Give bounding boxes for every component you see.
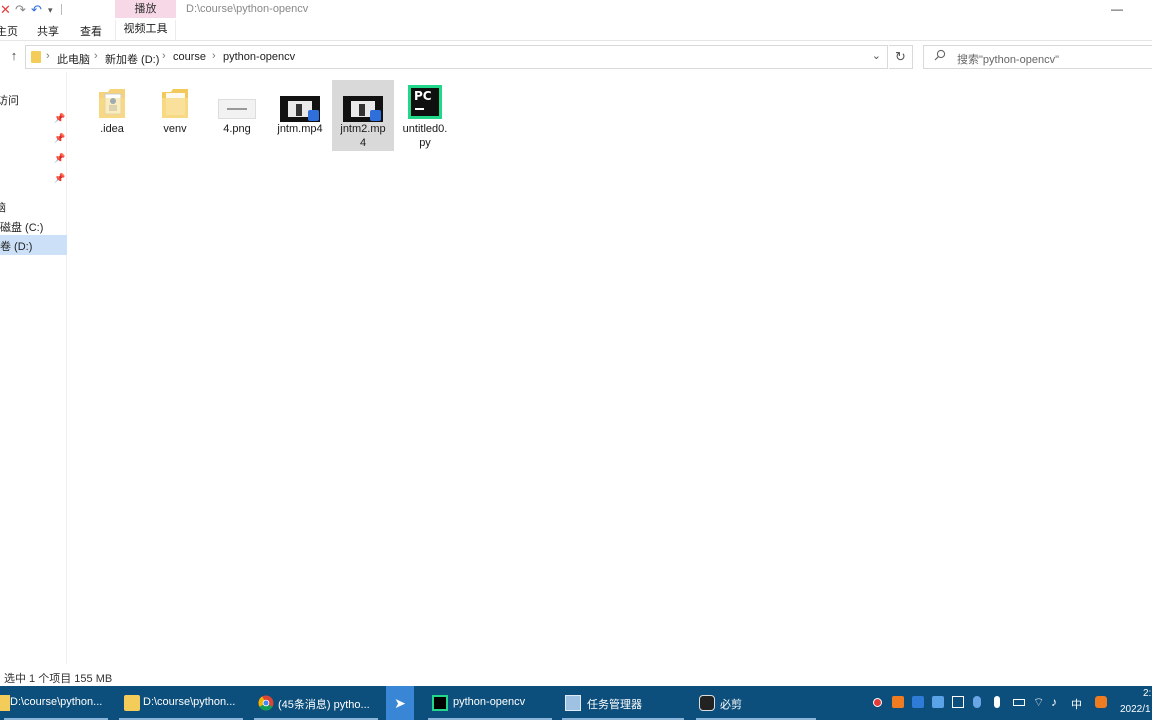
chrome-icon <box>258 695 274 711</box>
file-item-4png[interactable]: 4.png <box>207 80 267 150</box>
taskbar-item-pycharm[interactable]: python-opencv <box>424 686 556 720</box>
breadcrumb-separator: › <box>94 50 98 62</box>
tab-view[interactable]: 查看 <box>80 23 102 39</box>
breadcrumb-this-pc[interactable]: 此电脑 <box>57 51 90 67</box>
taskbar-label: D:\course\python... <box>10 696 103 708</box>
taskbar-item-explorer-2[interactable]: D:\course\python... <box>115 686 247 720</box>
taskbar: D:\course\python... D:\course\python... … <box>0 686 1152 720</box>
clock-time[interactable]: 2: <box>1143 688 1151 699</box>
clock-date[interactable]: 2022/1 <box>1120 704 1151 715</box>
refresh-button[interactable]: ↻ <box>889 45 913 69</box>
taskbar-label: 任务管理器 <box>587 699 642 711</box>
up-arrow-icon[interactable]: ↑ <box>6 48 22 66</box>
bijian-icon <box>699 695 715 711</box>
breadcrumb-separator: › <box>46 50 50 62</box>
nav-drive-c[interactable]: 磁盘 (C:) <box>0 219 43 235</box>
tab-home[interactable]: 主页 <box>0 23 18 39</box>
tab-video-tools[interactable]: 视频工具 <box>115 20 176 40</box>
file-item-untitled0-py[interactable]: PC untitled0. py <box>395 80 455 150</box>
pin-icon[interactable]: 📌 <box>54 153 65 164</box>
breadcrumb-separator: › <box>212 50 216 62</box>
app-tray-icon[interactable] <box>912 696 924 708</box>
context-tab-header: 播放 <box>115 0 176 18</box>
file-item-venv[interactable]: venv <box>145 80 205 150</box>
minimize-button[interactable]: — <box>1106 0 1128 20</box>
nav-drive-d-label: 卷 (D:) <box>0 241 33 253</box>
address-bar[interactable]: › 此电脑 › 新加卷 (D:) › course › python-openc… <box>25 45 888 69</box>
file-item-jntm-mp4[interactable]: jntm.mp4 <box>270 80 330 150</box>
quick-access-dropdown-icon[interactable]: ▾ <box>48 2 53 18</box>
taskbar-item-bird-app[interactable]: ➤ <box>386 686 414 720</box>
nav-this-pc[interactable]: 脑 <box>0 199 6 215</box>
nav-quick-access[interactable]: 访问 <box>0 92 19 108</box>
file-name: jntm.mp4 <box>277 123 323 135</box>
file-name: .idea <box>100 123 124 135</box>
bluetooth-icon[interactable] <box>973 696 981 708</box>
window-title: D:\course\python-opencv <box>186 3 309 15</box>
file-name: 4.png <box>223 123 251 135</box>
app-tray-icon[interactable] <box>932 696 944 708</box>
taskbar-item-task-manager[interactable]: 任务管理器 <box>558 686 688 720</box>
chevron-down-icon[interactable]: ⌄ <box>872 49 881 62</box>
file-name: untitled0. py <box>402 123 448 149</box>
pycharm-icon <box>432 695 448 711</box>
file-name: jntm2.mp 4 <box>340 123 386 149</box>
pin-icon[interactable]: 📌 <box>54 113 65 124</box>
taskbar-item-bijian[interactable]: 必剪 <box>692 686 820 720</box>
task-manager-icon <box>565 695 581 711</box>
taskbar-label: python-opencv <box>453 696 526 708</box>
folder-icon <box>0 695 10 711</box>
window-tray-icon[interactable] <box>952 696 964 708</box>
ime-indicator[interactable]: 中 <box>1071 696 1082 712</box>
sogou-ime-icon[interactable] <box>1095 696 1107 708</box>
folder-icon <box>99 89 125 118</box>
file-item-idea[interactable]: .idea <box>82 80 142 150</box>
breadcrumb-python-opencv[interactable]: python-opencv <box>223 51 295 63</box>
battery-icon[interactable] <box>1013 699 1025 706</box>
breadcrumb-separator: › <box>162 50 166 62</box>
bird-icon: ➤ <box>394 695 406 711</box>
taskbar-label: (45条消息) pytho... <box>278 699 370 711</box>
pin-icon[interactable]: 📌 <box>54 133 65 144</box>
play-badge-icon <box>308 110 319 121</box>
app-tray-icon[interactable] <box>892 696 904 708</box>
folder-icon <box>31 51 41 63</box>
play-badge-icon <box>370 110 381 121</box>
taskbar-label: D:\course\python... <box>143 696 236 708</box>
taskbar-item-explorer-1[interactable]: D:\course\python... <box>0 686 112 720</box>
folder-icon <box>162 89 188 118</box>
file-name: venv <box>163 123 187 135</box>
nav-drive-d-selected[interactable]: 卷 (D:) <box>0 235 67 255</box>
search-icon <box>934 49 946 61</box>
undo-icon[interactable]: ↶ <box>31 2 42 18</box>
image-thumbnail-icon <box>218 99 256 119</box>
close-icon[interactable]: ✕ <box>0 2 11 18</box>
microphone-icon[interactable] <box>994 696 1000 708</box>
search-placeholder: 搜索"python-opencv" <box>957 54 1059 66</box>
search-input[interactable]: 搜索"python-opencv" <box>923 45 1152 69</box>
address-row: ↑ › 此电脑 › 新加卷 (D:) › course › python-ope… <box>0 43 1152 71</box>
status-bar: 选中 1 个项目 155 MB <box>4 673 113 685</box>
folder-icon <box>124 695 140 711</box>
ribbon-tabs: 主页 共享 查看 视频工具 <box>0 20 1152 41</box>
volume-icon[interactable]: ♪ <box>1051 695 1057 709</box>
pycharm-icon: PC <box>408 85 442 119</box>
breadcrumb-course[interactable]: course <box>173 51 206 63</box>
navigation-pane: 访问 📌 📌 📌 📌 脑 磁盘 (C:) 卷 (D:) <box>0 72 67 664</box>
wifi-icon[interactable]: ⌔ <box>1033 695 1044 710</box>
tab-share[interactable]: 共享 <box>37 23 59 39</box>
file-item-jntm2-mp4-selected[interactable]: jntm2.mp 4 <box>332 80 394 151</box>
title-bar: ✕ ↷ ↶ ▾ 播放 D:\course\python-opencv — <box>0 0 1152 20</box>
divider <box>61 4 62 15</box>
pin-icon[interactable]: 📌 <box>54 173 65 184</box>
taskbar-label: 必剪 <box>720 699 742 711</box>
breadcrumb-drive-d[interactable]: 新加卷 (D:) <box>105 51 159 67</box>
record-icon[interactable] <box>873 698 882 707</box>
redo-icon[interactable]: ↷ <box>15 2 26 18</box>
taskbar-item-chrome[interactable]: (45条消息) pytho... <box>250 686 382 720</box>
